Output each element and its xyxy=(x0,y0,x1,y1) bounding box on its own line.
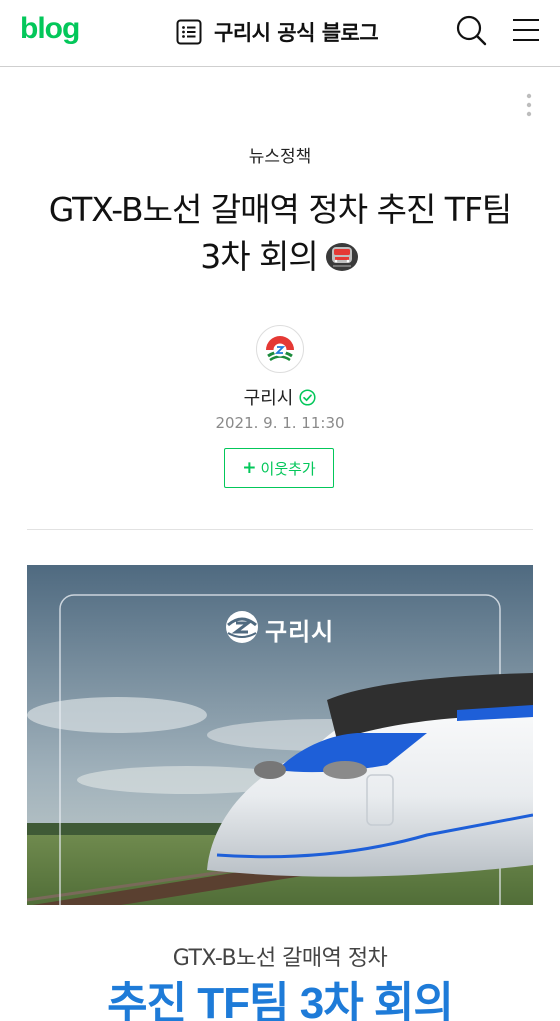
post-title-line2: 3차 회의 xyxy=(200,237,319,276)
author-avatar[interactable] xyxy=(256,325,304,373)
hero-main-text: 추진 TF팀 3차 회의 xyxy=(107,979,454,1021)
menu-icon[interactable] xyxy=(512,16,540,44)
search-icon[interactable] xyxy=(455,14,487,46)
author-name[interactable]: 구리시 xyxy=(244,384,294,410)
plus-icon: + xyxy=(242,458,257,478)
more-icon[interactable] xyxy=(522,92,536,120)
post-title: GTX-B노선 갈매역 정차 추진 TF팀 3차 회의 xyxy=(20,186,540,280)
post-category[interactable]: 뉴스정책 xyxy=(0,142,560,167)
top-bar: blog 구리시 공식 블로그 xyxy=(0,0,560,67)
list-icon xyxy=(176,19,202,45)
post-title-line2-wrap: 3차 회의 xyxy=(20,233,540,280)
blog-title-link[interactable]: 구리시 공식 블로그 xyxy=(176,16,379,48)
hero-brand: 구리시 xyxy=(265,612,334,647)
blog-title: 구리시 공식 블로그 xyxy=(214,21,379,45)
post-date: 2021. 9. 1. 11:30 xyxy=(215,414,345,432)
add-neighbor-label: 이웃추가 xyxy=(260,459,316,478)
add-neighbor-button[interactable]: + 이웃추가 xyxy=(224,448,334,488)
hero-image[interactable]: 구리시 GTX-B노선 갈매역 정차 추진 TF팀 3차 회의 xyxy=(27,565,533,1021)
author-row: 구리시 xyxy=(0,384,560,410)
divider xyxy=(27,529,533,530)
post-title-line1: GTX-B노선 갈매역 정차 추진 TF팀 xyxy=(48,190,513,229)
blog-logo[interactable]: blog xyxy=(20,12,80,46)
verified-icon xyxy=(299,388,316,406)
train-emoji xyxy=(325,243,358,271)
guri-logo-icon xyxy=(265,334,295,364)
hero-brand-text: 구리시 xyxy=(265,618,335,646)
